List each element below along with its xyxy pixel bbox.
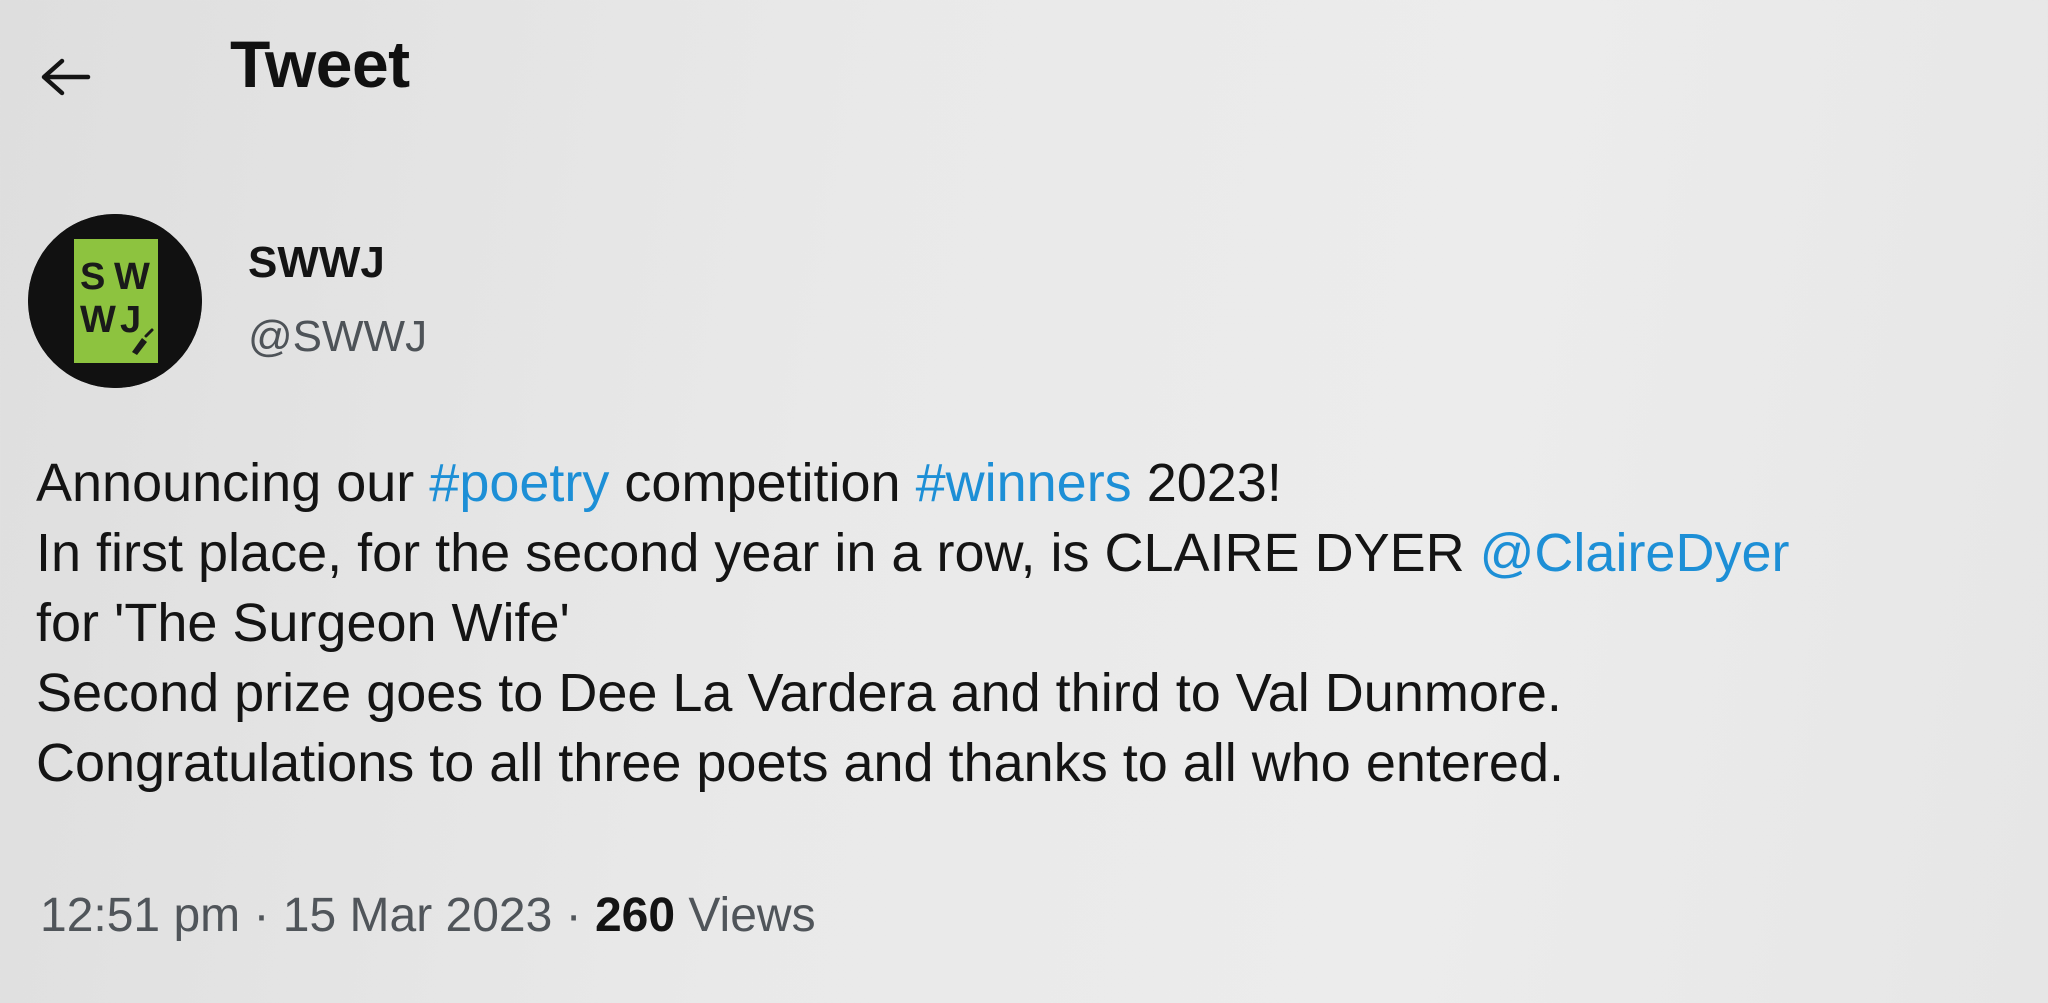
tweet-line-2: In first place, for the second year in a… bbox=[36, 518, 2048, 588]
arrow-left-icon bbox=[41, 58, 91, 96]
svg-text:W: W bbox=[80, 299, 116, 341]
meta-separator: · bbox=[552, 889, 595, 942]
tweet-text-segment: In first place, for the second year in a… bbox=[36, 523, 1480, 583]
tweet-date-link[interactable]: 15 Mar 2023 bbox=[283, 889, 553, 942]
author-display-name[interactable]: SWWJ bbox=[248, 238, 385, 288]
swwj-logo: S W W J bbox=[28, 214, 202, 388]
tweet-line-4: Second prize goes to Dee La Vardera and … bbox=[36, 663, 1562, 723]
tweet-text: Announcing our #poetry competition #winn… bbox=[36, 448, 2048, 798]
hashtag-poetry-link[interactable]: #poetry bbox=[429, 453, 609, 513]
avatar[interactable]: S W W J bbox=[28, 214, 202, 388]
meta-separator: · bbox=[240, 889, 283, 942]
tweet-text-segment: competition bbox=[609, 453, 916, 513]
tweet-text-segment: Announcing our bbox=[36, 453, 430, 513]
svg-text:W: W bbox=[114, 256, 150, 298]
tweet-time-link[interactable]: 12:51 pm bbox=[40, 889, 240, 942]
svg-text:S: S bbox=[80, 256, 105, 298]
tweet-metadata: 12:51 pm · 15 Mar 2023 · 260 Views bbox=[40, 888, 816, 943]
hashtag-winners-link[interactable]: #winners bbox=[916, 453, 1132, 513]
views-count: 260 bbox=[594, 889, 676, 942]
back-button[interactable] bbox=[30, 42, 100, 112]
tweet-header: Tweet bbox=[0, 0, 2048, 140]
tweet-line-3: for 'The Surgeon Wife' bbox=[36, 593, 570, 653]
tweet-line-1: Announcing our #poetry competition #winn… bbox=[36, 448, 2048, 518]
tweet-line-5: Congratulations to all three poets and t… bbox=[36, 733, 1564, 793]
views-label: Views bbox=[675, 889, 816, 942]
author-handle[interactable]: @SWWJ bbox=[248, 312, 427, 362]
mention-clairedyer-link[interactable]: @ClaireDyer bbox=[1480, 523, 1790, 583]
svg-text:J: J bbox=[120, 299, 141, 341]
page-title: Tweet bbox=[230, 27, 410, 101]
tweet-text-segment: 2023! bbox=[1131, 453, 1282, 513]
